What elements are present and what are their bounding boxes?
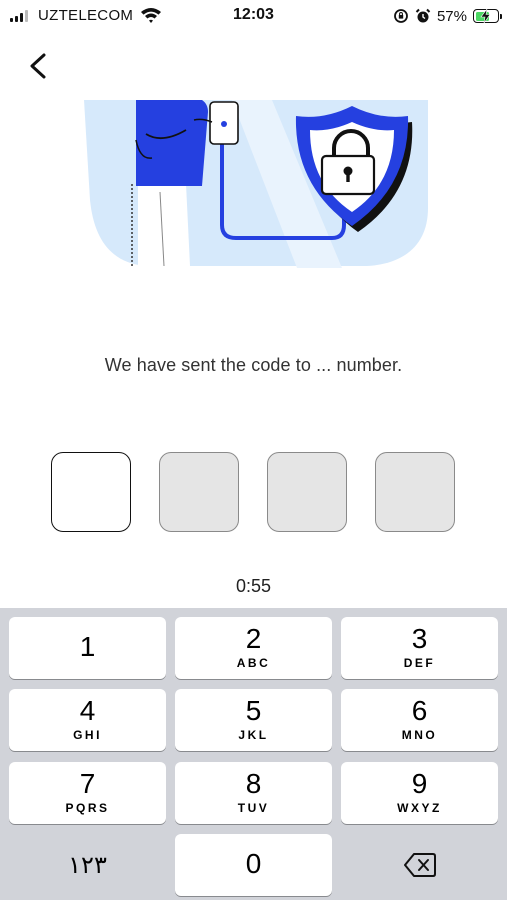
alarm-icon xyxy=(415,8,431,23)
backspace-icon xyxy=(404,853,436,877)
key-0[interactable]: 0 xyxy=(175,834,332,896)
key-letters: TUV xyxy=(237,801,270,815)
key-5[interactable]: 5 JKL xyxy=(175,689,332,751)
key-8[interactable]: 8 TUV xyxy=(175,762,332,824)
key-letters: MNO xyxy=(401,728,438,742)
key-4[interactable]: 4 GHI xyxy=(9,689,166,751)
symbols-label: ١٢٣ xyxy=(68,852,107,879)
numeric-keypad: 1 2 ABC 3 DEF 4 GHI 5 JKL 6 MNO 7 PQRS 8… xyxy=(0,608,507,900)
key-letters: ABC xyxy=(236,656,271,670)
otp-digit-1[interactable] xyxy=(51,452,131,532)
key-digit: 0 xyxy=(245,848,262,879)
key-letters: WXYZ xyxy=(397,801,442,815)
battery-charging-icon xyxy=(473,9,502,23)
key-digit: 9 xyxy=(411,768,428,799)
back-button[interactable] xyxy=(22,48,56,84)
person-icon xyxy=(136,100,208,186)
shield-lock-illustration xyxy=(84,100,428,268)
key-9[interactable]: 9 WXYZ xyxy=(341,762,498,824)
otp-digit-2[interactable] xyxy=(159,452,239,532)
key-1[interactable]: 1 xyxy=(9,617,166,679)
resend-timer: 0:55 xyxy=(235,576,272,596)
key-digit: 4 xyxy=(79,695,96,726)
key-7[interactable]: 7 PQRS xyxy=(9,762,166,824)
status-bar: UZTELECOM 12:03 57% xyxy=(0,0,507,32)
key-3[interactable]: 3 DEF xyxy=(341,617,498,679)
key-digit: 5 xyxy=(245,695,262,726)
key-letters: JKL xyxy=(238,728,269,742)
key-digit: 1 xyxy=(79,631,96,662)
key-letters: PQRS xyxy=(65,801,110,815)
key-letters: DEF xyxy=(403,656,436,670)
key-digit: 2 xyxy=(245,623,262,654)
key-digit: 3 xyxy=(411,623,428,654)
key-2[interactable]: 2 ABC xyxy=(175,617,332,679)
key-symbols[interactable]: ١٢٣ xyxy=(9,834,166,896)
key-digit: 6 xyxy=(411,695,428,726)
screen-lock-icon xyxy=(394,9,408,23)
otp-input-group[interactable] xyxy=(51,452,457,534)
status-right-group: 57% xyxy=(393,6,502,26)
key-digit: 8 xyxy=(245,768,262,799)
delete-key[interactable] xyxy=(341,834,498,896)
key-digit: 7 xyxy=(79,768,96,799)
code-sent-message: We have sent the code to ... number. xyxy=(104,355,403,375)
battery-percent: 57% xyxy=(436,7,467,25)
otp-digit-4[interactable] xyxy=(375,452,455,532)
key-6[interactable]: 6 MNO xyxy=(341,689,498,751)
chevron-left-icon xyxy=(30,53,46,79)
key-letters: GHI xyxy=(73,728,102,742)
otp-digit-3[interactable] xyxy=(267,452,347,532)
